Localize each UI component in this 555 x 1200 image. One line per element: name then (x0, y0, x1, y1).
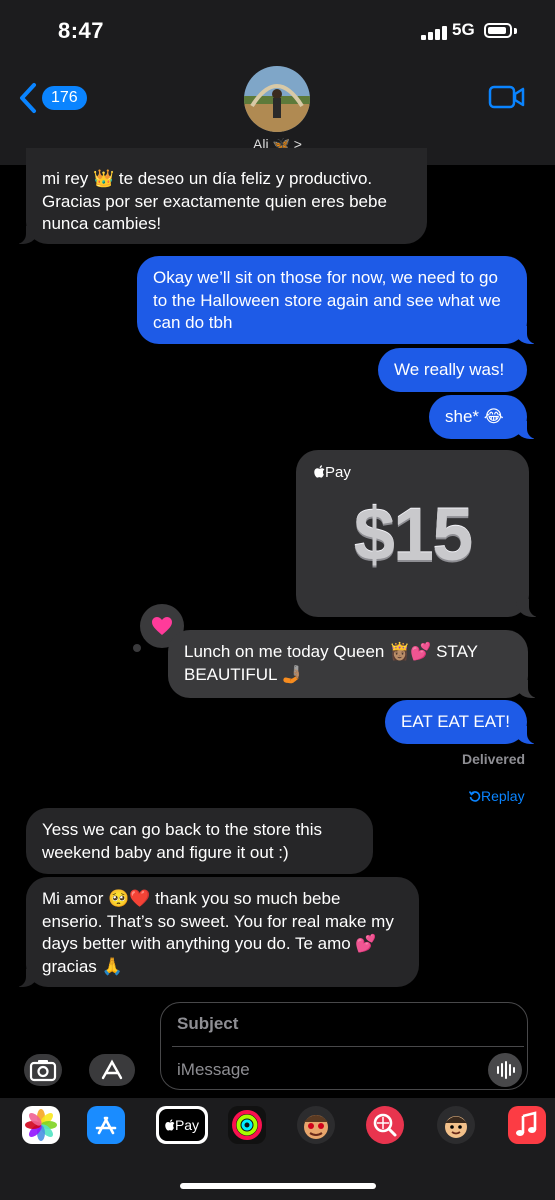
apple-pay-label: Pay (314, 464, 351, 481)
incoming-message[interactable]: Mi amor 🥺❤️ thank you so much bebe enser… (16, 877, 419, 987)
outgoing-message[interactable]: Okay we’ll sit on those for now, we need… (137, 256, 537, 344)
apple-pay-app-icon[interactable]: Pay (156, 1106, 208, 1144)
cellular-signal-icon (421, 24, 447, 40)
camera-icon (29, 1060, 57, 1082)
replay-button[interactable]: Replay (468, 788, 525, 804)
app-store-drawer-button[interactable] (89, 1054, 135, 1086)
apple-pay-text: Pay (325, 464, 351, 481)
battery-icon (484, 23, 512, 38)
replay-icon (468, 791, 481, 802)
home-indicator[interactable] (180, 1183, 376, 1189)
composer-divider (172, 1046, 524, 1047)
apple-pay-app-label: Pay (174, 1117, 200, 1133)
outgoing-message[interactable]: We really was! (378, 348, 527, 392)
message-input[interactable]: iMessage (177, 1060, 250, 1080)
waveform-icon (497, 1061, 515, 1079)
incoming-message[interactable]: Yess we can go back to the store this we… (26, 808, 373, 874)
unread-count-badge[interactable]: 176 (42, 86, 87, 110)
outgoing-message[interactable]: Lunch on me today Queen 👸🏽💕 STAY BEAUTIF… (168, 630, 538, 698)
battery-tip-icon (514, 28, 517, 34)
contact-avatar[interactable] (244, 66, 310, 132)
app-store-icon (101, 1059, 123, 1080)
status-time: 8:47 (58, 18, 105, 43)
activity-app-icon[interactable] (228, 1106, 266, 1144)
incoming-message[interactable]: mi rey 👑 te deseo un día feliz y product… (16, 148, 427, 244)
audio-message-button[interactable] (488, 1053, 522, 1087)
memoji-stickers-app-icon[interactable] (297, 1106, 335, 1144)
chevron-left-icon (20, 83, 36, 113)
heart-icon (152, 617, 172, 635)
tapback-tail (133, 644, 141, 652)
delivered-status: Delivered (462, 751, 526, 767)
payment-amount: $15 (353, 493, 473, 576)
photos-app-icon[interactable] (22, 1106, 60, 1144)
apple-logo-icon (314, 465, 325, 478)
subject-field[interactable]: Subject (177, 1014, 238, 1034)
outgoing-message[interactable]: EAT EAT EAT! (385, 700, 537, 744)
image-search-app-icon[interactable] (366, 1106, 404, 1144)
music-app-icon[interactable] (508, 1106, 546, 1144)
app-store-app-icon[interactable] (87, 1106, 125, 1144)
replay-label: Replay (481, 788, 525, 804)
memoji-app-icon[interactable] (437, 1106, 475, 1144)
apple-logo-icon (165, 1119, 175, 1131)
outgoing-message[interactable]: she* 😂 (429, 395, 537, 439)
network-type: 5G (452, 20, 475, 39)
camera-button[interactable] (24, 1054, 62, 1086)
video-call-icon[interactable] (488, 84, 526, 110)
